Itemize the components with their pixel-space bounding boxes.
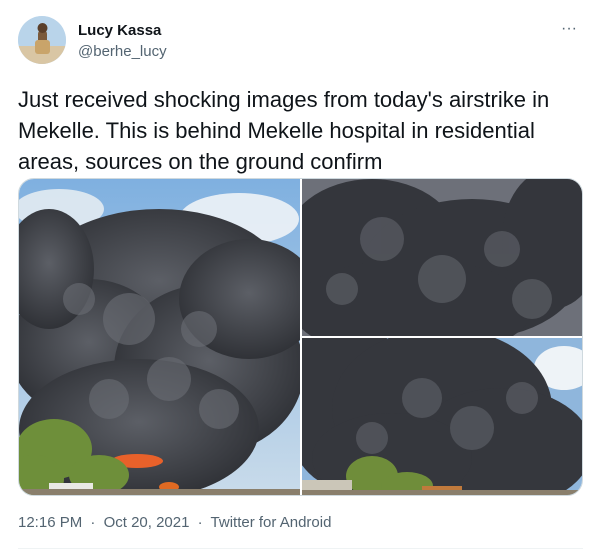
tweet-source[interactable]: Twitter for Android — [211, 514, 332, 531]
more-options-button[interactable]: ··· — [557, 20, 581, 42]
photo-2[interactable] — [302, 179, 582, 336]
meta-separator-2: · — [197, 514, 203, 531]
divider — [18, 548, 583, 549]
author-display-name[interactable]: Lucy Kassa — [78, 22, 167, 40]
tweet-header: Lucy Kassa @berhe_lucy ··· — [18, 16, 583, 68]
tweet-card: Lucy Kassa @berhe_lucy ··· Just received… — [0, 0, 599, 554]
tweet-date[interactable]: Oct 20, 2021 — [104, 514, 190, 531]
photo-3[interactable] — [302, 338, 582, 495]
tweet-meta: 12:16 PM · Oct 20, 2021 · Twitter for An… — [18, 513, 331, 533]
tweet-time[interactable]: 12:16 PM — [18, 514, 82, 531]
media-grid — [18, 178, 583, 496]
more-horizontal-icon: ··· — [561, 20, 577, 37]
photo-1[interactable] — [19, 179, 300, 495]
tweet-text: Just received shocking images from today… — [18, 87, 550, 174]
avatar[interactable] — [18, 16, 66, 64]
meta-separator: · — [90, 514, 96, 531]
author-handle[interactable]: @berhe_lucy — [78, 42, 167, 62]
author-names: Lucy Kassa @berhe_lucy — [78, 22, 167, 62]
